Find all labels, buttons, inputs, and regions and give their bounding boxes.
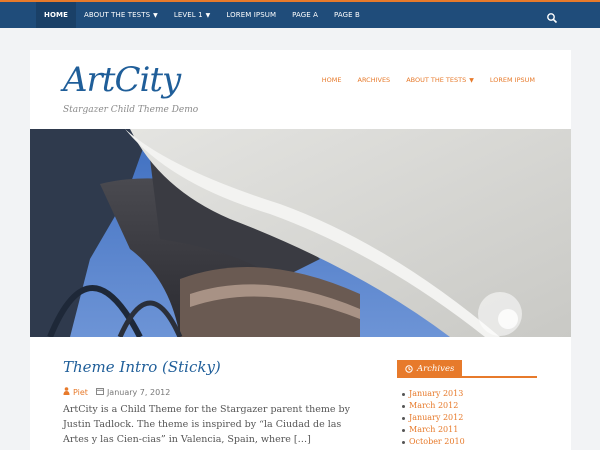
topnav-item-page-b[interactable]: PAGE B bbox=[334, 11, 360, 19]
archives-list: January 2013 March 2012 January 2012 Mar… bbox=[402, 388, 465, 448]
post-title[interactable]: Theme Intro (Sticky) bbox=[63, 358, 221, 376]
mainnav-item-lorem-ipsum[interactable]: LOREM IPSUM bbox=[490, 76, 535, 84]
author-icon bbox=[63, 387, 70, 397]
topnav-item-label: ABOUT THE TESTS bbox=[83, 11, 151, 19]
topnav-item-label: LEVEL 1 bbox=[173, 11, 203, 19]
archive-link[interactable]: March 2011 bbox=[402, 424, 465, 436]
post-excerpt: ArtCity is a Child Theme for the Stargaz… bbox=[63, 404, 350, 445]
post-meta: Piet January 7, 2012 bbox=[63, 387, 170, 397]
chevron-down-icon: ▼ bbox=[153, 11, 158, 19]
archive-link[interactable]: October 2010 bbox=[402, 436, 465, 448]
archives-widget-header: Archives bbox=[397, 358, 537, 378]
site-container: ArtCity Stargazer Child Theme Demo HOME … bbox=[30, 50, 571, 450]
archives-widget-title-label: Archives bbox=[417, 364, 455, 374]
topnav-item-page-a[interactable]: PAGE A bbox=[292, 11, 318, 19]
mainnav-item-about-the-tests[interactable]: ABOUT THE TESTS ▼ bbox=[406, 76, 474, 84]
topnav-item-lorem-ipsum[interactable]: LOREM IPSUM bbox=[226, 11, 276, 19]
mainnav-item-label: ABOUT THE TESTS bbox=[406, 76, 467, 84]
main-nav: HOME ARCHIVES ABOUT THE TESTS ▼ LOREM IPS… bbox=[306, 76, 535, 84]
chevron-down-icon: ▼ bbox=[469, 76, 474, 84]
mainnav-item-label: HOME bbox=[321, 76, 342, 84]
top-nav: HOME ABOUT THE TESTS ▼ LEVEL 1 ▼ LOREM IPS… bbox=[36, 2, 376, 28]
topnav-item-label: LOREM IPSUM bbox=[226, 11, 277, 19]
post-author-link[interactable]: Piet bbox=[73, 388, 88, 397]
site-tagline: Stargazer Child Theme Demo bbox=[63, 105, 199, 115]
top-navigation-bar: HOME ABOUT THE TESTS ▼ LEVEL 1 ▼ LOREM IPS… bbox=[0, 0, 600, 28]
clock-icon bbox=[405, 365, 413, 373]
topnav-item-about-the-tests[interactable]: ABOUT THE TESTS ▼ bbox=[84, 11, 158, 19]
calendar-icon bbox=[95, 387, 104, 397]
mainnav-item-archives[interactable]: ARCHIVES bbox=[358, 76, 391, 84]
archive-link[interactable]: March 2012 bbox=[402, 400, 465, 412]
header-image bbox=[30, 129, 571, 337]
chevron-down-icon: ▼ bbox=[205, 11, 211, 19]
mainnav-item-label: ARCHIVES bbox=[357, 76, 391, 84]
archives-widget-title: Archives bbox=[397, 360, 463, 378]
post-date[interactable]: January 7, 2012 bbox=[107, 388, 170, 397]
topnav-item-label: HOME bbox=[44, 11, 68, 19]
mainnav-item-home[interactable]: HOME bbox=[322, 76, 342, 84]
site-title[interactable]: ArtCity bbox=[63, 60, 181, 100]
archive-link[interactable]: January 2012 bbox=[402, 412, 465, 424]
mainnav-item-label: LOREM IPSUM bbox=[489, 76, 535, 84]
topnav-item-label: PAGE B bbox=[334, 11, 360, 19]
topnav-item-label: PAGE A bbox=[292, 11, 319, 19]
topnav-item-level-1[interactable]: LEVEL 1 ▼ bbox=[174, 11, 211, 19]
archive-link[interactable]: January 2013 bbox=[402, 388, 465, 400]
search-icon[interactable] bbox=[546, 9, 558, 24]
topnav-item-home[interactable]: HOME bbox=[36, 2, 76, 28]
